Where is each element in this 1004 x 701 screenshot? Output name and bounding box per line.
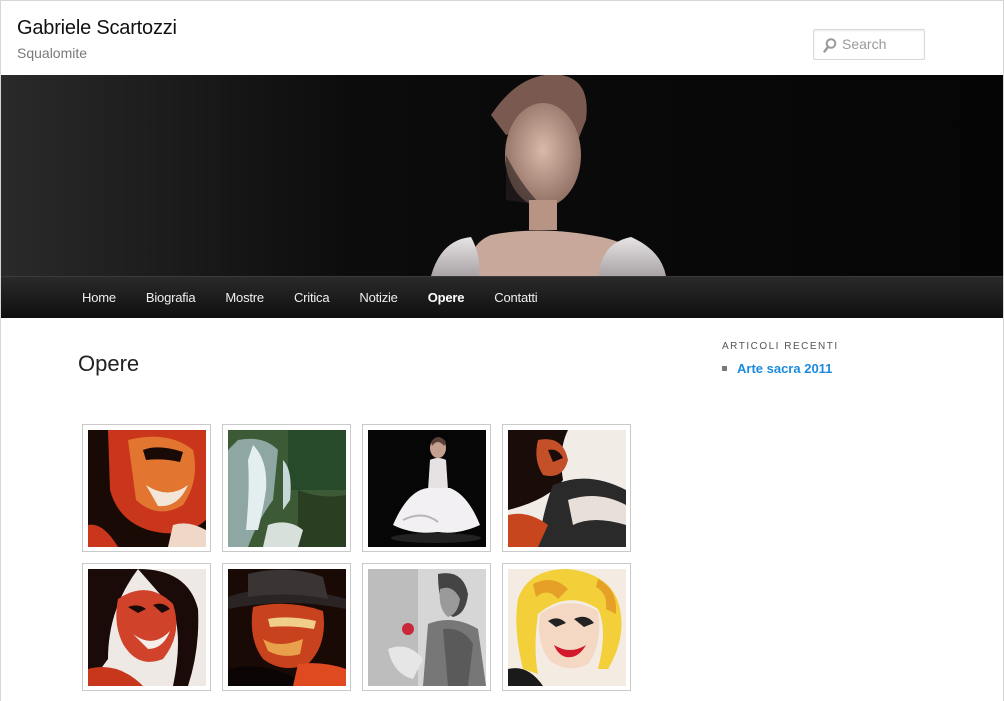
nav-item-home[interactable]: Home <box>67 290 131 305</box>
recent-post-link[interactable]: Arte sacra 2011 <box>737 361 832 376</box>
header-banner-image[interactable] <box>1 75 1003 276</box>
artwork-image <box>228 430 346 547</box>
gallery-thumbnail-ballerina-on-black[interactable] <box>362 424 491 552</box>
recent-post-item: Arte sacra 2011 <box>722 361 832 376</box>
page-title: Opere <box>78 351 140 376</box>
gallery-thumbnail-pop-art-marilyn[interactable] <box>502 563 631 691</box>
artwork-image <box>88 569 206 686</box>
nav-item-contatti[interactable]: Contatti <box>479 290 552 305</box>
gallery-thumbnail-pop-art-man-with-fedora[interactable] <box>222 563 351 691</box>
gallery-thumbnail-woman-with-flower-grayscale[interactable] <box>362 563 491 691</box>
artwork-image <box>88 430 206 547</box>
nav-item-mostre[interactable]: Mostre <box>210 290 279 305</box>
gallery-thumbnail-waterfall-landscape[interactable] <box>222 424 351 552</box>
page-frame: Gabriele Scartozzi Squalomite Search Hom… <box>0 0 1004 701</box>
nav-item-notizie[interactable]: Notizie <box>344 290 412 305</box>
artwork-image <box>508 569 626 686</box>
artwork-image <box>228 569 346 686</box>
artwork-image <box>368 569 486 686</box>
recent-posts-widget-title: Articoli recenti <box>722 341 839 352</box>
search-input[interactable] <box>842 34 920 54</box>
gallery-thumbnail-pop-art-smiling-woman[interactable] <box>82 563 211 691</box>
nav-item-biografia[interactable]: Biografia <box>131 290 211 305</box>
site-description: Squalomite <box>17 45 88 61</box>
artwork-image <box>508 430 626 547</box>
nav-item-opere[interactable]: Opere <box>413 290 480 305</box>
gallery-thumbnail-pop-art-woman-reclining[interactable] <box>502 424 631 552</box>
main-navigation: Home Biografia Mostre Critica Notizie Op… <box>1 276 1003 318</box>
site-title[interactable]: Gabriele Scartozzi <box>17 17 177 40</box>
artwork-image <box>368 430 486 547</box>
recent-posts-list: Arte sacra 2011 <box>722 361 832 376</box>
search-icon <box>823 38 837 53</box>
gallery-thumbnail-pop-art-smiling-man[interactable] <box>82 424 211 552</box>
nav-item-critica[interactable]: Critica <box>279 290 344 305</box>
search-box[interactable] <box>813 29 925 60</box>
